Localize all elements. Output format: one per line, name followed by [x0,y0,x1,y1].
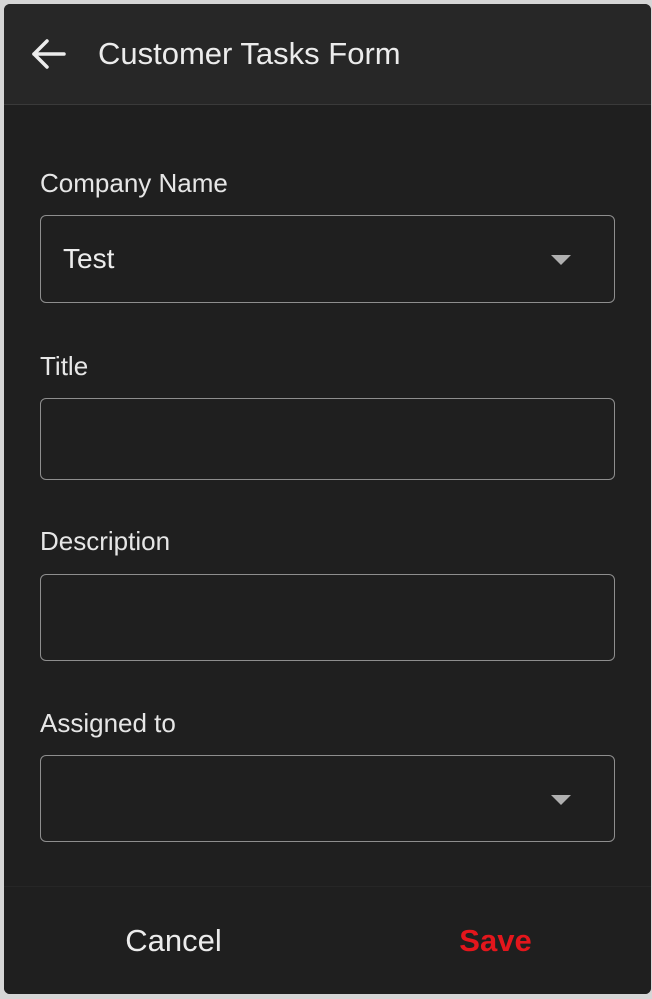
title-input[interactable] [41,399,614,479]
app-bar: Customer Tasks Form [4,4,651,105]
description-field-box [40,574,615,661]
cancel-button[interactable]: Cancel [12,887,335,994]
form-dialog: Customer Tasks Form Company Name Test Ti… [4,4,651,994]
arrow-left-icon [32,39,66,69]
assigned-to-label: Assigned to [40,708,176,738]
description-label: Description [40,526,171,556]
description-input[interactable] [41,575,614,660]
title-field-box [40,398,615,480]
title-label: Title [40,351,89,381]
company-name-value: Test [63,243,115,274]
company-name-select[interactable]: Test [40,215,615,303]
save-button[interactable]: Save [334,887,651,994]
caret-down-icon [551,255,571,265]
page-title: Customer Tasks Form [98,36,401,71]
assigned-to-select[interactable] [40,755,615,842]
action-bar: Cancel Save [4,886,651,994]
company-name-label: Company Name [40,168,228,198]
caret-down-icon [551,794,571,805]
back-button[interactable] [24,32,72,76]
